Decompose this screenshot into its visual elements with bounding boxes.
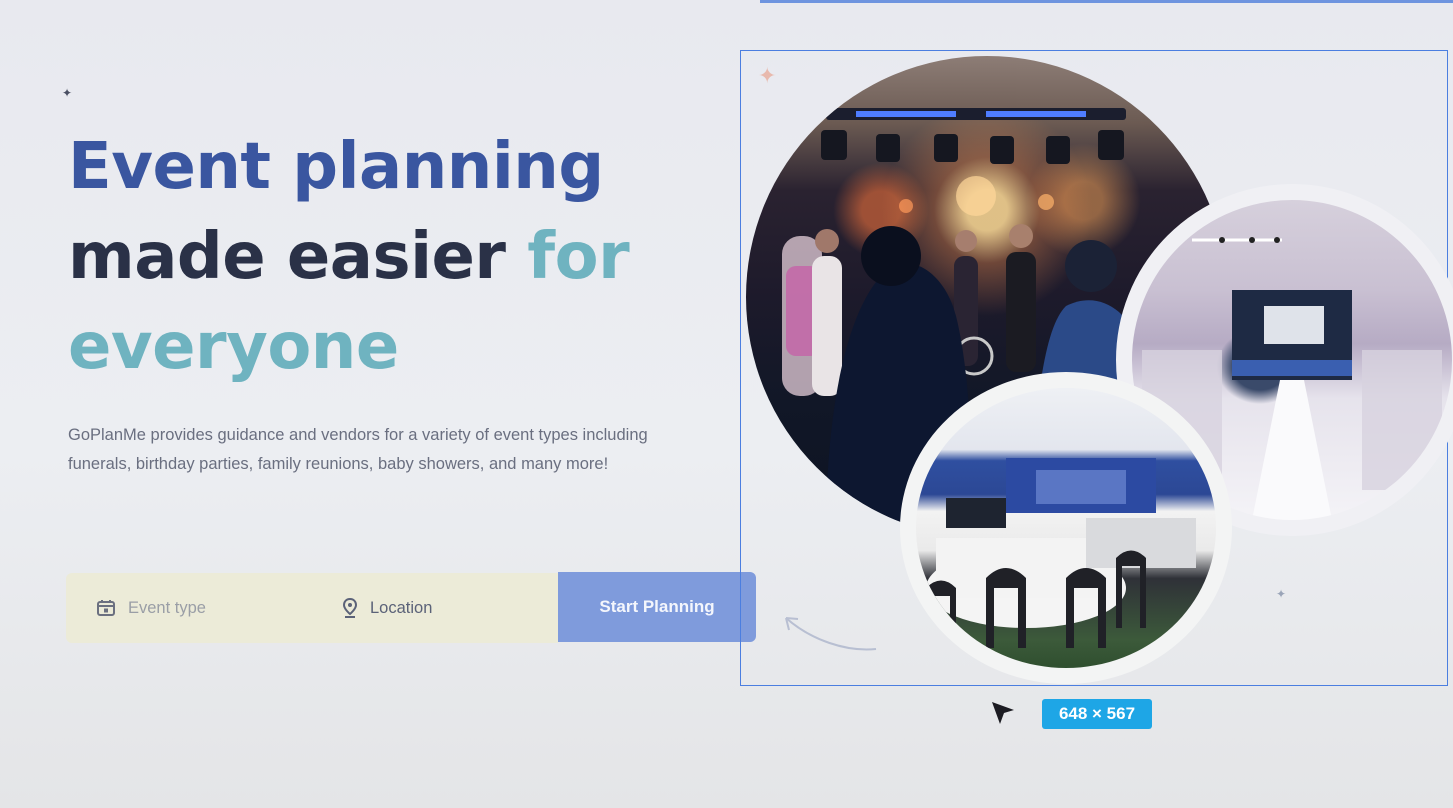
location-label: Location <box>370 598 433 617</box>
location-pin-icon <box>342 598 358 618</box>
banquet-hall-photo <box>900 372 1232 684</box>
location-field[interactable]: Location <box>342 573 432 643</box>
headline-word: Event <box>68 130 271 204</box>
hero-headline: Event planning made easier for everyone <box>68 122 688 392</box>
decorative-arrow-icon <box>785 617 877 651</box>
event-type-field[interactable]: Event type <box>66 573 342 643</box>
calendar-icon <box>97 600 115 616</box>
mouse-cursor-icon <box>992 702 1014 724</box>
start-planning-button[interactable]: Start Planning <box>558 572 756 642</box>
headline-word: planning <box>292 130 604 204</box>
top-selection-line <box>760 0 1453 3</box>
headline-word: for <box>527 220 630 294</box>
headline-word: everyone <box>68 310 399 384</box>
plus-sparkle-icon: ✦ <box>1276 587 1287 601</box>
page: ✦ Event planning made easier for everyon… <box>0 0 1453 808</box>
hero-description: GoPlanMe provides guidance and vendors f… <box>68 426 648 473</box>
event-type-placeholder: Event type <box>128 598 206 617</box>
event-search-bar: Event type Location <box>66 573 558 643</box>
sparkle-icon: ✦ <box>62 86 73 100</box>
headline-word: made easier <box>68 220 506 294</box>
sparkle-icon: ✦ <box>758 64 777 89</box>
banquet-illustration <box>926 458 1196 658</box>
dimensions-badge: 648 × 567 <box>1042 699 1152 729</box>
